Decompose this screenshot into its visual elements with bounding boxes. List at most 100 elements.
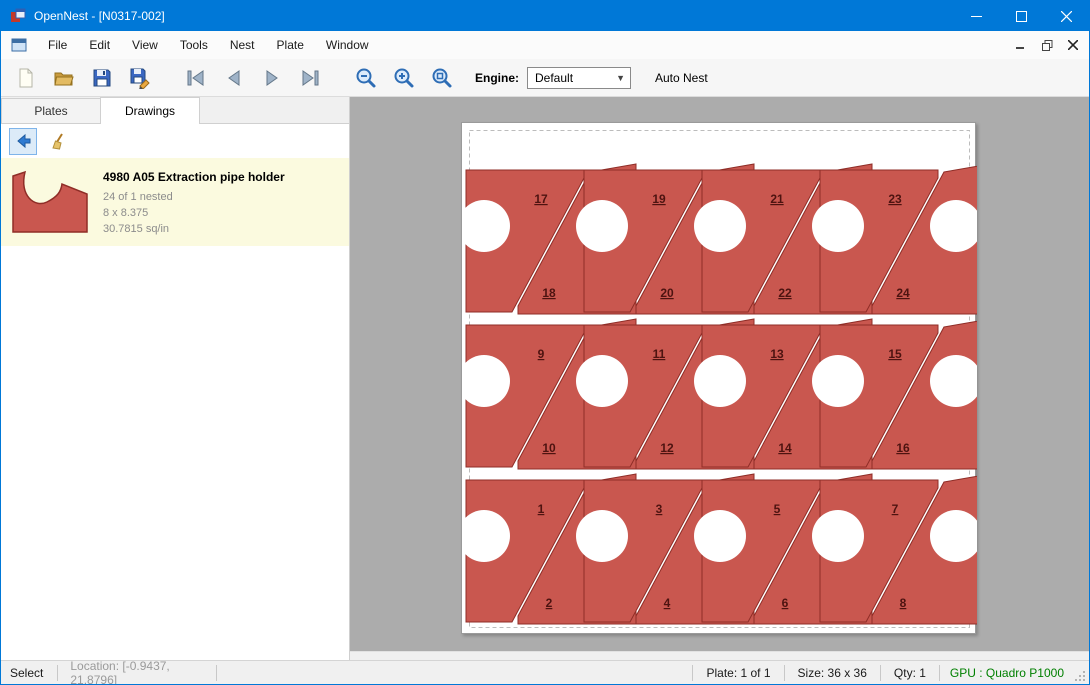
statusbar: Select Location: [-0.9437, 21.8796] Plat… [1,660,1089,684]
next-plate-button[interactable] [255,62,289,94]
zoom-in-button[interactable] [387,62,421,94]
part-number: 11 [653,347,666,361]
mdi-minimize-button[interactable] [1011,36,1031,54]
part-number: 4 [664,596,671,610]
part-number: 18 [542,286,556,300]
last-arrow-icon [299,67,321,89]
nest-row: 9 10 11 12 13 14 [462,319,977,469]
side-panel: Plates Drawings [1,97,350,660]
nest-canvas[interactable]: 17 18 19 20 21 22 [350,97,1089,660]
new-file-icon [15,67,37,89]
part-area: 30.7815 sq/in [103,221,285,237]
tab-drawings[interactable]: Drawings [100,97,200,124]
part-thumbnail [9,166,93,236]
last-plate-button[interactable] [293,62,327,94]
close-icon [1061,11,1072,22]
part-number: 9 [538,347,545,361]
maximize-button[interactable] [999,1,1044,31]
part-number: 8 [900,596,907,610]
cursor-location: Location: [-0.9437, 21.8796] [58,659,216,685]
mdi-close-icon [1068,40,1078,50]
mode-indicator: Select [1,666,57,680]
mdi-close-button[interactable] [1063,36,1083,54]
window-title: OpenNest - [N0317-002] [34,9,954,23]
notch-void [812,200,864,252]
mdi-child-icon [11,38,27,52]
menu-edit[interactable]: Edit [78,32,121,58]
open-folder-icon [53,67,75,89]
zoom-fit-button[interactable] [425,62,459,94]
part-number: 22 [778,286,792,300]
part-number: 21 [770,192,784,206]
open-button[interactable] [47,62,81,94]
part-number: 3 [656,502,663,516]
gpu-indicator: GPU : Quadro P1000 [940,666,1074,680]
save-button[interactable] [85,62,119,94]
resize-grip[interactable] [1074,670,1086,682]
next-arrow-icon [261,67,283,89]
close-button[interactable] [1044,1,1089,31]
mdi-restore-icon [1042,40,1053,51]
menu-plate[interactable]: Plate [266,32,315,58]
menu-view[interactable]: View [121,32,169,58]
menu-file[interactable]: File [37,32,78,58]
plate-qty: Qty: 1 [881,666,939,680]
horizontal-scrollbar[interactable] [350,651,1089,660]
plate-count: Plate: 1 of 1 [693,666,783,680]
app-window: OpenNest - [N0317-002] File Edit View To… [0,0,1090,685]
notch-void [812,355,864,407]
engine-value: Default [535,71,573,85]
first-arrow-icon [185,67,207,89]
zoom-out-icon [355,67,377,89]
main-toolbar: Engine: Default ▼ Auto Nest [1,59,1089,97]
return-part-button[interactable] [9,128,37,155]
previous-plate-button[interactable] [217,62,251,94]
notch-void [576,355,628,407]
new-button[interactable] [9,62,43,94]
part-number: 2 [546,596,553,610]
part-number: 1 [538,502,545,516]
part-number: 16 [896,441,910,455]
notch-void [812,510,864,562]
minimize-icon [971,11,982,22]
menu-nest[interactable]: Nest [219,32,266,58]
menu-tools[interactable]: Tools [169,32,219,58]
part-number: 7 [892,502,899,516]
plate[interactable]: 17 18 19 20 21 22 [461,122,976,634]
auto-nest-label[interactable]: Auto Nest [655,71,708,85]
first-plate-button[interactable] [179,62,213,94]
part-number: 20 [660,286,674,300]
notch-void [694,200,746,252]
notch-void [694,355,746,407]
clear-button[interactable] [44,128,72,155]
engine-select[interactable]: Default ▼ [527,67,631,89]
zoom-fit-icon [431,67,453,89]
zoom-in-icon [393,67,415,89]
zoom-out-button[interactable] [349,62,383,94]
tab-plates[interactable]: Plates [1,98,101,123]
part-number: 23 [888,192,902,206]
save-icon [91,67,113,89]
part-number: 6 [782,596,789,610]
part-number: 15 [888,347,902,361]
nest-row: 17 18 19 20 21 22 [462,164,977,314]
app-icon [10,8,26,24]
nest-row: 1 2 3 4 5 6 [462,474,977,624]
maximize-icon [1016,11,1027,22]
broom-icon [49,132,67,150]
notch-void [576,200,628,252]
part-title: 4980 A05 Extraction pipe holder [103,170,285,184]
minimize-button[interactable] [954,1,999,31]
blue-arrow-left-icon [14,132,32,150]
part-number: 17 [534,192,548,206]
statusbar-separator [216,665,217,681]
menubar: File Edit View Tools Nest Plate Window [1,31,1089,59]
mdi-restore-button[interactable] [1037,36,1057,54]
part-number: 12 [660,441,674,455]
save-edit-button[interactable] [123,62,157,94]
part-number: 13 [770,347,784,361]
menu-window[interactable]: Window [315,32,380,58]
part-number: 14 [778,441,792,455]
panel-tabs: Plates Drawings [1,97,349,124]
drawing-list-item[interactable]: 4980 A05 Extraction pipe holder 24 of 1 … [1,158,349,246]
